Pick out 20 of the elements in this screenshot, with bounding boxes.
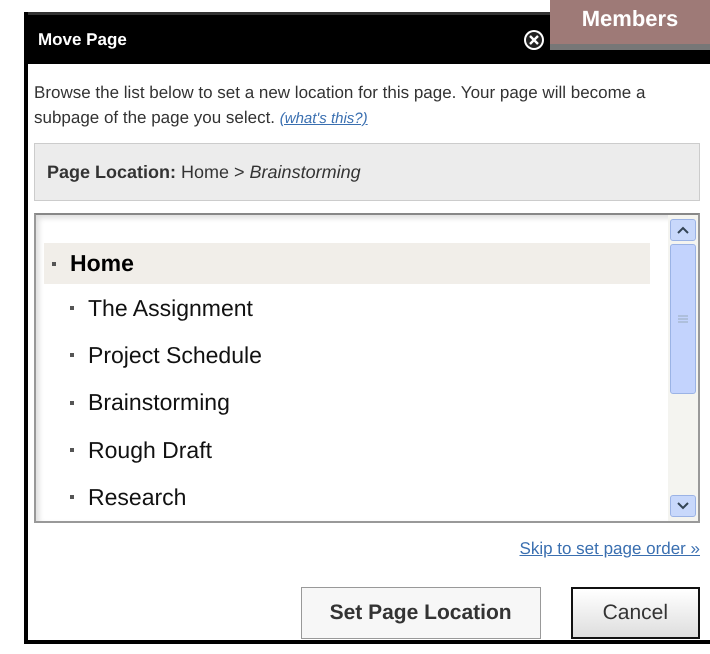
scroll-thumb[interactable] [670, 244, 696, 394]
cancel-button[interactable]: Cancel [570, 587, 700, 639]
scrollbar[interactable] [668, 215, 698, 521]
close-icon[interactable] [523, 28, 545, 50]
dialog-title: Move Page [38, 30, 128, 50]
intro-text: Browse the list below to set a new location for this page. Your page will become a subpage of the page you select. (what's this?) [34, 82, 646, 129]
members-tab[interactable]: Members [550, 0, 710, 50]
location-path: Home > Brainstorming [181, 162, 361, 182]
scroll-down-icon[interactable] [670, 495, 696, 517]
location-label: Page Location: [47, 162, 176, 182]
skip-link[interactable]: Skip to set page order » [519, 539, 700, 559]
tree-item[interactable]: Rough Draft [44, 426, 650, 474]
tree-item[interactable]: Project Schedule [44, 332, 650, 380]
set-location-button[interactable]: Set Page Location [300, 587, 541, 639]
tree-item[interactable]: Research [44, 474, 650, 521]
scroll-up-icon[interactable] [670, 219, 696, 241]
help-link[interactable]: (what's this?) [280, 110, 368, 127]
tree-item[interactable]: Brainstorming [44, 379, 650, 426]
tree-item[interactable]: The Assignment [44, 284, 650, 332]
tree-item[interactable]: Home [44, 243, 650, 284]
